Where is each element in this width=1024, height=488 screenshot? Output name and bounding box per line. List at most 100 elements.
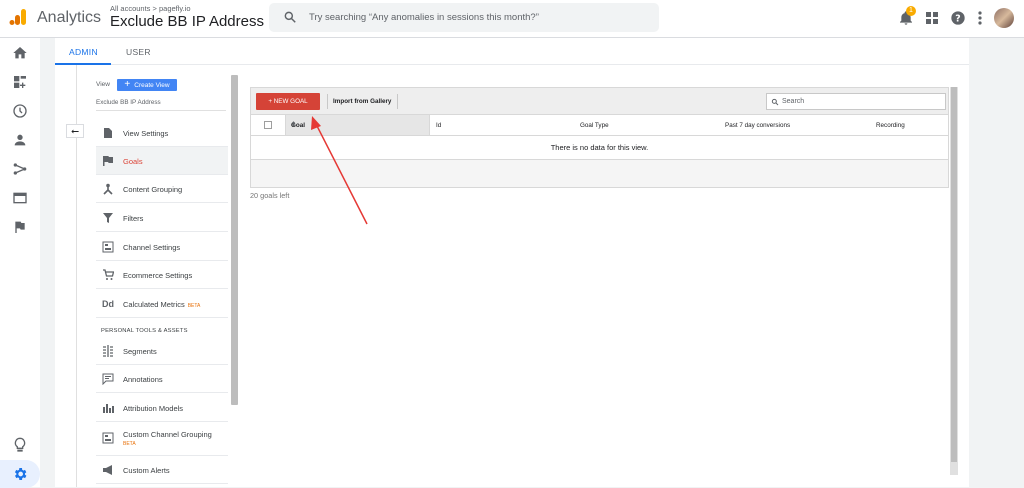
svg-text:?: ?	[955, 13, 960, 24]
divider	[96, 110, 226, 111]
menu-item-view-settings[interactable]: View Settings	[96, 119, 228, 147]
customization-icon[interactable]	[12, 74, 28, 90]
menu-item-custom-channel-grouping[interactable]: Custom Channel Grouping BETA	[96, 422, 228, 456]
menu-item-label: Calculated Metrics BETA	[123, 300, 201, 309]
search-icon	[284, 11, 296, 23]
channel-icon	[102, 432, 114, 444]
divider	[397, 94, 398, 109]
admin-rail-selected[interactable]	[0, 460, 40, 488]
menu-item-attribution-models[interactable]: Attribution Models	[96, 394, 228, 422]
goals-table: + NEW GOAL Import from Gallery Search Go…	[250, 87, 949, 188]
document-icon	[104, 128, 112, 138]
goals-left-count: 20 goals left	[250, 191, 290, 200]
search-placeholder: Try searching “Any anomalies in sessions…	[309, 12, 539, 23]
plus-icon: +	[124, 79, 131, 90]
view-selector[interactable]: Exclude BB IP Address ▼	[110, 13, 280, 30]
menu-item-label: Ecommerce Settings	[123, 271, 193, 280]
menu-item-label: Content Grouping	[123, 185, 183, 194]
menu-item-label: Goals	[123, 157, 143, 166]
menu-item-label: Custom Alerts	[123, 466, 170, 475]
menu-item-label: Channel Settings	[123, 243, 181, 252]
menu-item-calculated-metrics[interactable]: Dd Calculated Metrics BETA	[96, 290, 228, 318]
menu-item-content-grouping[interactable]: Content Grouping	[96, 175, 228, 203]
arrow-left-icon: ⭠	[71, 125, 79, 137]
view-name[interactable]: Exclude BB IP Address	[96, 99, 161, 106]
section-header: PERSONAL TOOLS & ASSETS	[101, 328, 188, 334]
clock-icon[interactable]	[12, 103, 28, 119]
behavior-icon[interactable]	[12, 190, 28, 206]
column-header-goal-type[interactable]: Goal Type	[580, 122, 609, 129]
notifications-button[interactable]: 1	[898, 6, 916, 26]
create-view-button[interactable]: + Create View	[117, 79, 177, 91]
table-header: Goal ⬍ Id Goal Type Past 7 day conversio…	[251, 115, 948, 136]
menu-item-label: Filters	[123, 214, 144, 223]
menu-item-label: Attribution Models	[123, 404, 184, 413]
help-icon[interactable]: ?	[950, 10, 966, 26]
menu-item-goals[interactable]: Goals	[96, 147, 228, 175]
beta-badge: BETA	[187, 303, 201, 309]
analytics-logo-icon[interactable]	[9, 8, 27, 26]
beta-badge: BETA	[123, 441, 136, 447]
menu-item-custom-alerts[interactable]: Custom Alerts	[96, 456, 228, 484]
app-name: Analytics	[37, 9, 102, 26]
column-header-id[interactable]: Id	[436, 122, 441, 129]
more-vert-icon[interactable]	[977, 10, 983, 26]
avatar[interactable]	[994, 8, 1014, 28]
home-icon[interactable]	[12, 45, 28, 61]
menu-item-label: Annotations	[123, 375, 163, 384]
menu-item-ecommerce-settings[interactable]: Ecommerce Settings	[96, 261, 228, 289]
tab-admin[interactable]: ADMIN	[69, 47, 98, 57]
menu-item-channel-settings[interactable]: Channel Settings	[96, 233, 228, 261]
filter-icon	[103, 213, 113, 223]
notification-badge: 1	[906, 6, 916, 16]
grouping-icon	[103, 183, 113, 195]
menu-item-filters[interactable]: Filters	[96, 204, 228, 232]
search-placeholder: Search	[782, 98, 805, 105]
menu-item-label: Segments	[123, 347, 157, 356]
top-icons: 1 ?	[898, 5, 1014, 31]
channel-icon	[102, 241, 114, 253]
column-header-recording[interactable]: Recording	[876, 122, 905, 129]
dd-icon: Dd	[102, 299, 114, 309]
select-all-checkbox[interactable]	[264, 121, 272, 129]
view-title: Exclude BB IP Address	[110, 13, 264, 30]
bar-chart-icon	[103, 404, 114, 413]
segments-icon	[103, 345, 113, 357]
page-scrollbar[interactable]	[950, 87, 958, 475]
column-header-conversions[interactable]: Past 7 day conversions	[725, 122, 790, 129]
goals-search-input[interactable]: Search	[766, 93, 946, 110]
lightbulb-icon[interactable]	[12, 437, 28, 453]
new-goal-button[interactable]: + NEW GOAL	[256, 93, 320, 110]
collapse-back-button[interactable]: ⭠	[66, 124, 84, 138]
gear-icon	[14, 468, 27, 480]
table-toolbar: + NEW GOAL Import from Gallery Search	[251, 88, 948, 115]
tab-user[interactable]: USER	[126, 47, 151, 57]
apps-grid-icon[interactable]	[925, 11, 939, 25]
annotation-icon	[102, 373, 114, 385]
top-bar: Analytics All accounts > pagefly.io Excl…	[0, 0, 1024, 38]
left-nav-rail	[0, 38, 40, 487]
search-icon	[771, 98, 779, 106]
divider	[327, 94, 328, 109]
sort-icon: ⬍	[291, 122, 297, 128]
conversions-flag-icon[interactable]	[12, 219, 28, 235]
menu-item-label: Custom Channel Grouping	[123, 430, 212, 439]
view-label: View	[96, 81, 110, 88]
menu-scrollbar[interactable]	[231, 75, 238, 405]
menu-item-label: View Settings	[123, 129, 169, 138]
megaphone-icon	[103, 465, 112, 475]
breadcrumb[interactable]: All accounts > pagefly.io	[110, 4, 191, 13]
admin-user-tabs: ADMIN USER	[55, 38, 969, 65]
import-from-gallery-button[interactable]: Import from Gallery	[333, 98, 391, 105]
menu-item-annotations[interactable]: Annotations	[96, 365, 228, 393]
cart-icon	[103, 269, 114, 280]
empty-message: There is no data for this view.	[251, 136, 948, 160]
menu-item-segments[interactable]: Segments	[96, 337, 228, 365]
column-header-goal[interactable]: Goal ⬍	[285, 115, 430, 135]
scrollbar-thumb[interactable]	[951, 87, 957, 462]
person-icon[interactable]	[12, 132, 28, 148]
flag-icon	[103, 156, 113, 166]
acquisition-icon[interactable]	[12, 161, 28, 177]
search-bar[interactable]: Try searching “Any anomalies in sessions…	[269, 3, 659, 32]
create-view-label: Create View	[134, 81, 170, 89]
